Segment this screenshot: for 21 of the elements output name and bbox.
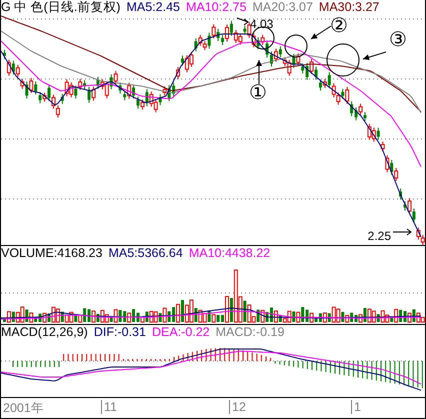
chart-title: G 中 色(日线.前复权) <box>1 0 120 16</box>
price-label: 4.03 <box>250 17 274 31</box>
axis-label: 1 <box>351 400 361 414</box>
chart-title: MACD(12,26,9) <box>1 325 88 339</box>
indicator-value: DIF:-0.31 <box>94 325 146 339</box>
indicator-value: MA10:4438.22 <box>188 246 270 260</box>
marker-label: ① <box>249 80 267 104</box>
indicator-value: MA5:5366.64 <box>108 246 183 260</box>
indicator-value: DEA:-0.22 <box>152 325 210 339</box>
indicator-value: MA5:2.45 <box>126 0 180 14</box>
marker-label: ③ <box>389 27 407 51</box>
axis-label: 11 <box>101 400 117 414</box>
marker-label: ② <box>330 14 348 37</box>
axis-label: 12 <box>229 400 246 414</box>
axis-label: 2001年 <box>2 400 44 417</box>
indicator-value: MA10:2.75 <box>186 0 246 14</box>
chart-title: VOLUME:4168.23 <box>1 246 102 260</box>
price-label: 2.25 <box>368 229 391 243</box>
indicator-value: MA20:3.07 <box>252 0 313 14</box>
indicator-value: MACD:-0.19 <box>216 325 284 339</box>
indicator-value: MA30:3.27 <box>318 0 380 14</box>
